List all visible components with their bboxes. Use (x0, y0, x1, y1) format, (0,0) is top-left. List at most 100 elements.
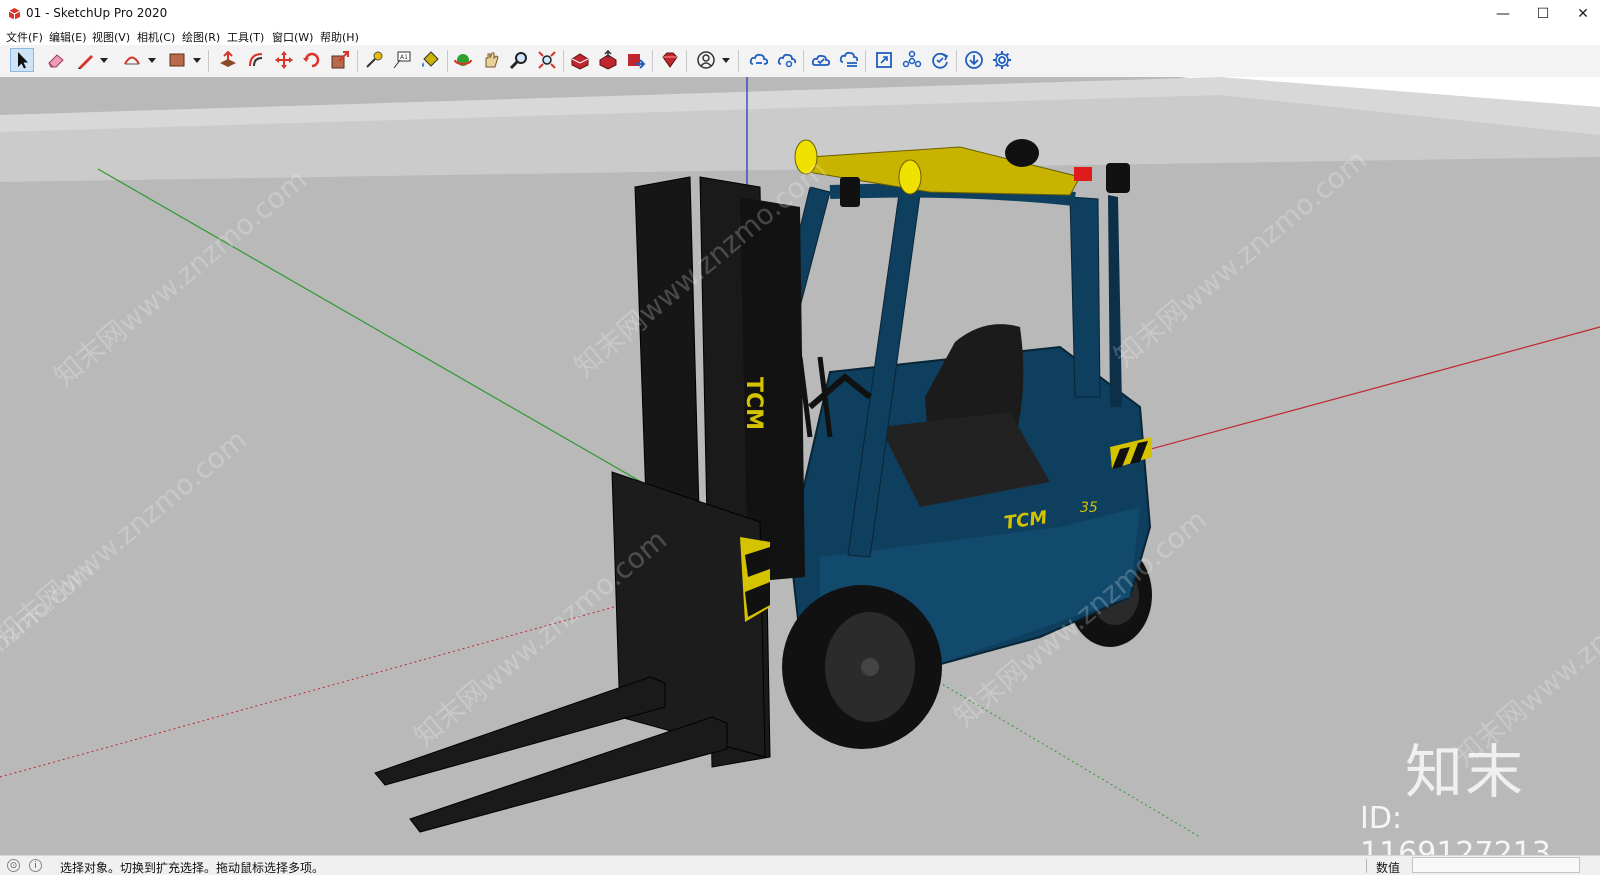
svg-text:A1: A1 (400, 54, 408, 61)
text-tool-button[interactable]: A1 (390, 48, 414, 72)
toolbar-separator (686, 50, 687, 72)
mast-brand-label: TCM (741, 377, 766, 430)
ruby-console-button[interactable] (658, 48, 682, 72)
model-number-label: 35 (1080, 500, 1098, 516)
push-pull-tool-button[interactable] (216, 48, 240, 72)
rectangle-tool-button[interactable] (165, 48, 189, 72)
menu-camera[interactable]: 相机(C) (137, 29, 175, 45)
offset-icon (249, 53, 263, 67)
status-message: 选择对象。切换到扩充选择。拖动鼠标选择多项。 (60, 861, 325, 875)
menu-help[interactable]: 帮助(H) (320, 29, 359, 45)
chevron-down-icon[interactable] (100, 56, 108, 64)
refresh-check-icon (932, 52, 949, 69)
rotate-icon (303, 52, 320, 68)
close-button[interactable]: ✕ (1560, 0, 1600, 28)
tape-measure-icon (366, 51, 383, 68)
3d-warehouse-button[interactable] (568, 48, 592, 72)
arc-icon (124, 56, 140, 65)
orbit-icon (454, 54, 472, 66)
toolbar-separator (563, 50, 564, 72)
cloud-list-button[interactable] (837, 48, 861, 72)
select-arrow-icon (18, 52, 28, 69)
paint-bucket-icon (422, 51, 439, 67)
cloud-link-icon (749, 53, 769, 65)
menu-window[interactable]: 窗口(W) (272, 29, 313, 45)
green-axis (97, 168, 651, 488)
cloud-check-button[interactable] (809, 48, 833, 72)
extension-warehouse-button[interactable] (624, 48, 648, 72)
cloud-search-icon (777, 53, 797, 68)
eraser-icon (48, 54, 64, 68)
toolbar-separator (803, 50, 804, 72)
menu-view[interactable]: 视图(V) (92, 29, 130, 45)
toolbar-separator (865, 50, 866, 72)
zoom-icon (509, 52, 527, 70)
orbit-tool-button[interactable] (451, 48, 475, 72)
settings-button[interactable] (990, 48, 1014, 72)
share-model-icon (599, 50, 617, 70)
red-axis (1139, 326, 1600, 453)
zoom-tool-button[interactable] (507, 48, 531, 72)
toolbar-separator (208, 50, 209, 72)
paint-bucket-tool-button[interactable] (418, 48, 442, 72)
arc-tool-button[interactable] (120, 48, 144, 72)
model-viewport[interactable]: TCM 35 TCM 知末网www.znzmo.com 知末网www.znzmo… (0, 77, 1600, 855)
push-pull-icon (220, 50, 236, 67)
toolbar-separator (956, 50, 957, 72)
pencil-line-icon (78, 55, 93, 69)
sketchup-window: 01 - SketchUp Pro 2020 — ☐ ✕ 文件(F) 编辑(E)… (0, 0, 1600, 875)
move-tool-button[interactable] (272, 48, 296, 72)
share-model-button[interactable] (596, 48, 620, 72)
scale-icon (331, 51, 349, 69)
toolbar-separator (447, 50, 448, 72)
settings-gear-icon (993, 51, 1011, 69)
measurements-input[interactable] (1412, 857, 1580, 873)
account-button[interactable] (694, 48, 718, 72)
geo-location-icon[interactable]: ⊙ (7, 859, 20, 872)
title-bar: 01 - SketchUp Pro 2020 — ☐ ✕ (0, 0, 1600, 29)
refresh-check-button[interactable] (928, 48, 952, 72)
chevron-down-icon[interactable] (722, 56, 730, 64)
menu-bar: 文件(F) 编辑(E) 视图(V) 相机(C) 绘图(R) 工具(T) 窗口(W… (0, 28, 1600, 45)
cloud-list-icon (839, 51, 859, 67)
brand-logo: 知末 (1405, 738, 1526, 806)
info-icon[interactable]: i (29, 859, 42, 872)
chevron-down-icon[interactable] (148, 56, 156, 64)
user-account-icon (697, 51, 715, 69)
zoom-extents-tool-button[interactable] (535, 48, 559, 72)
rectangle-icon (169, 53, 185, 67)
toolbar-separator (738, 50, 739, 72)
window-expand-button[interactable] (872, 48, 896, 72)
main-toolbar: A1 (0, 45, 1600, 78)
toolbar-separator (652, 50, 653, 72)
menu-draw[interactable]: 绘图(R) (182, 29, 220, 45)
rotate-tool-button[interactable] (300, 48, 324, 72)
sketchup-logo-icon (8, 8, 21, 20)
download-button[interactable] (962, 48, 986, 72)
cloud-search-button[interactable] (775, 48, 799, 72)
window-expand-icon (876, 52, 892, 68)
menu-edit[interactable]: 编辑(E) (49, 29, 87, 45)
cloud-link-button[interactable] (747, 48, 771, 72)
toolbar-separator (357, 50, 358, 72)
extension-warehouse-icon (628, 54, 646, 69)
select-tool-button[interactable] (10, 48, 34, 72)
eraser-tool-button[interactable] (44, 48, 68, 72)
scale-tool-button[interactable] (328, 48, 352, 72)
warehouse-icon (571, 53, 589, 70)
line-tool-button[interactable] (74, 48, 98, 72)
measurements-label: 数值 (1376, 861, 1401, 875)
components-button[interactable] (900, 48, 924, 72)
tape-measure-tool-button[interactable] (362, 48, 386, 72)
status-bar: ⊙ i 选择对象。切换到扩充选择。拖动鼠标选择多项。 数值 (0, 855, 1600, 875)
zoom-extents-icon (538, 51, 556, 69)
pan-tool-button[interactable] (479, 48, 503, 72)
offset-tool-button[interactable] (244, 48, 268, 72)
text-icon: A1 (393, 51, 411, 69)
move-icon (275, 51, 293, 69)
cloud-check-icon (811, 54, 831, 66)
chevron-down-icon[interactable] (193, 56, 201, 64)
menu-tools[interactable]: 工具(T) (227, 29, 264, 45)
menu-file[interactable]: 文件(F) (6, 29, 43, 45)
brand-id-label: ID: 1169127213 (1360, 801, 1551, 855)
